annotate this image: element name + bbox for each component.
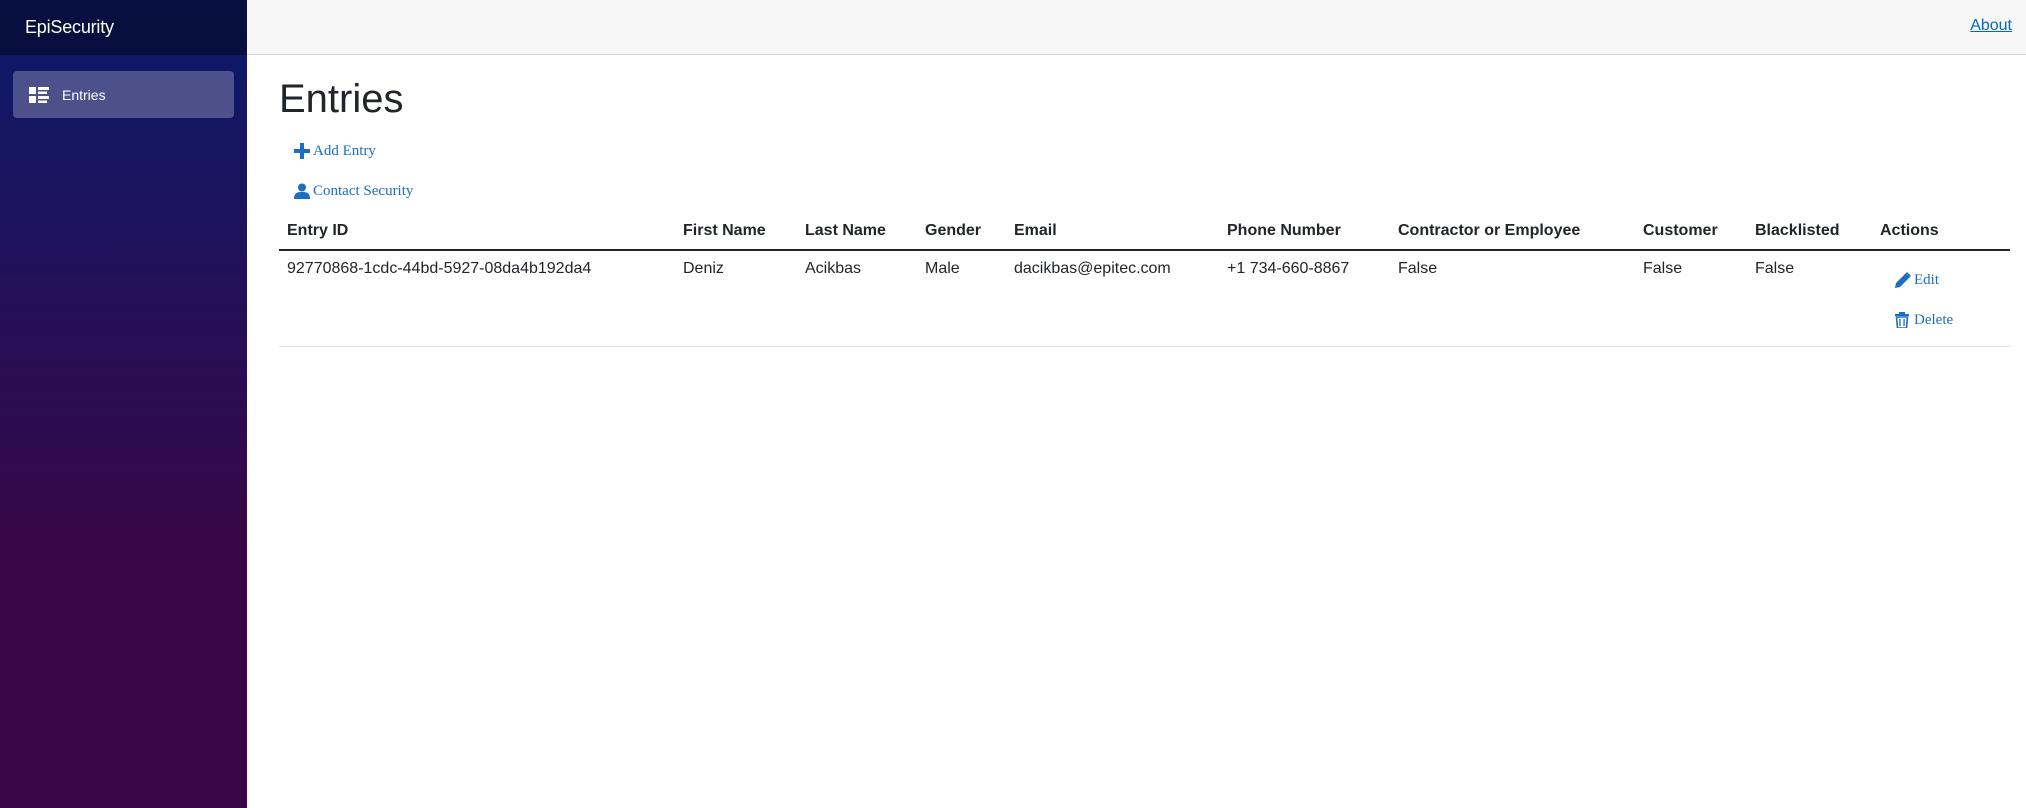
header-email[interactable]: Email (1006, 213, 1219, 251)
brand-link[interactable]: EpiSecurity (25, 17, 114, 38)
table-row: 92770868-1cdc-44bd-5927-08da4b192da4 Den… (279, 250, 2010, 347)
delete-button[interactable]: Delete (1895, 308, 2002, 332)
header-gender[interactable]: Gender (917, 213, 1006, 251)
contact-security-button[interactable]: Contact Security (294, 179, 2010, 203)
header-entry-id[interactable]: Entry ID (279, 213, 675, 251)
edit-button[interactable]: Edit (1895, 268, 2002, 292)
header-phone-number[interactable]: Phone Number (1219, 213, 1390, 251)
cell-contractor-or-employee: False (1390, 250, 1635, 347)
cell-last-name: Acikbas (797, 250, 917, 347)
sidebar: EpiSecurity Entries (0, 0, 247, 808)
contact-security-label: Contact Security (313, 182, 414, 199)
sidebar-item-entries[interactable]: Entries (13, 71, 234, 118)
cell-actions: Edit Delete (1872, 250, 2010, 347)
cell-gender: Male (917, 250, 1006, 347)
main-content: Entries Add Entry Contact Security Entry… (279, 55, 2010, 347)
plus-icon (294, 142, 310, 160)
header-first-name[interactable]: First Name (675, 213, 797, 251)
list-icon (29, 86, 49, 103)
cell-phone-number: +1 734-660-8867 (1219, 250, 1390, 347)
entries-table: Entry ID First Name Last Name Gender Ema… (279, 213, 2010, 347)
brand-bar: EpiSecurity (0, 0, 247, 55)
cell-first-name: Deniz (675, 250, 797, 347)
header-last-name[interactable]: Last Name (797, 213, 917, 251)
sidebar-item-label: Entries (62, 86, 106, 103)
cell-entry-id: 92770868-1cdc-44bd-5927-08da4b192da4 (279, 250, 675, 347)
page-title: Entries (279, 77, 404, 121)
header-customer[interactable]: Customer (1635, 213, 1747, 251)
add-entry-label: Add Entry (313, 142, 376, 159)
pencil-icon (1895, 271, 1911, 289)
top-bar: About (247, 0, 2026, 55)
table-header-row: Entry ID First Name Last Name Gender Ema… (279, 213, 2010, 251)
user-icon (294, 182, 310, 200)
cell-customer: False (1635, 250, 1747, 347)
edit-label: Edit (1914, 271, 1939, 288)
header-blacklisted[interactable]: Blacklisted (1747, 213, 1872, 251)
cell-email: dacikbas@epitec.com (1006, 250, 1219, 347)
add-entry-button[interactable]: Add Entry (294, 139, 2010, 163)
nav-menu: Entries (0, 55, 247, 118)
about-link[interactable]: About (1970, 17, 2012, 35)
delete-label: Delete (1914, 311, 1954, 328)
header-actions: Actions (1872, 213, 2010, 251)
trash-icon (1895, 311, 1911, 329)
cell-blacklisted: False (1747, 250, 1872, 347)
header-contractor-or-employee[interactable]: Contractor or Employee (1390, 213, 1635, 251)
